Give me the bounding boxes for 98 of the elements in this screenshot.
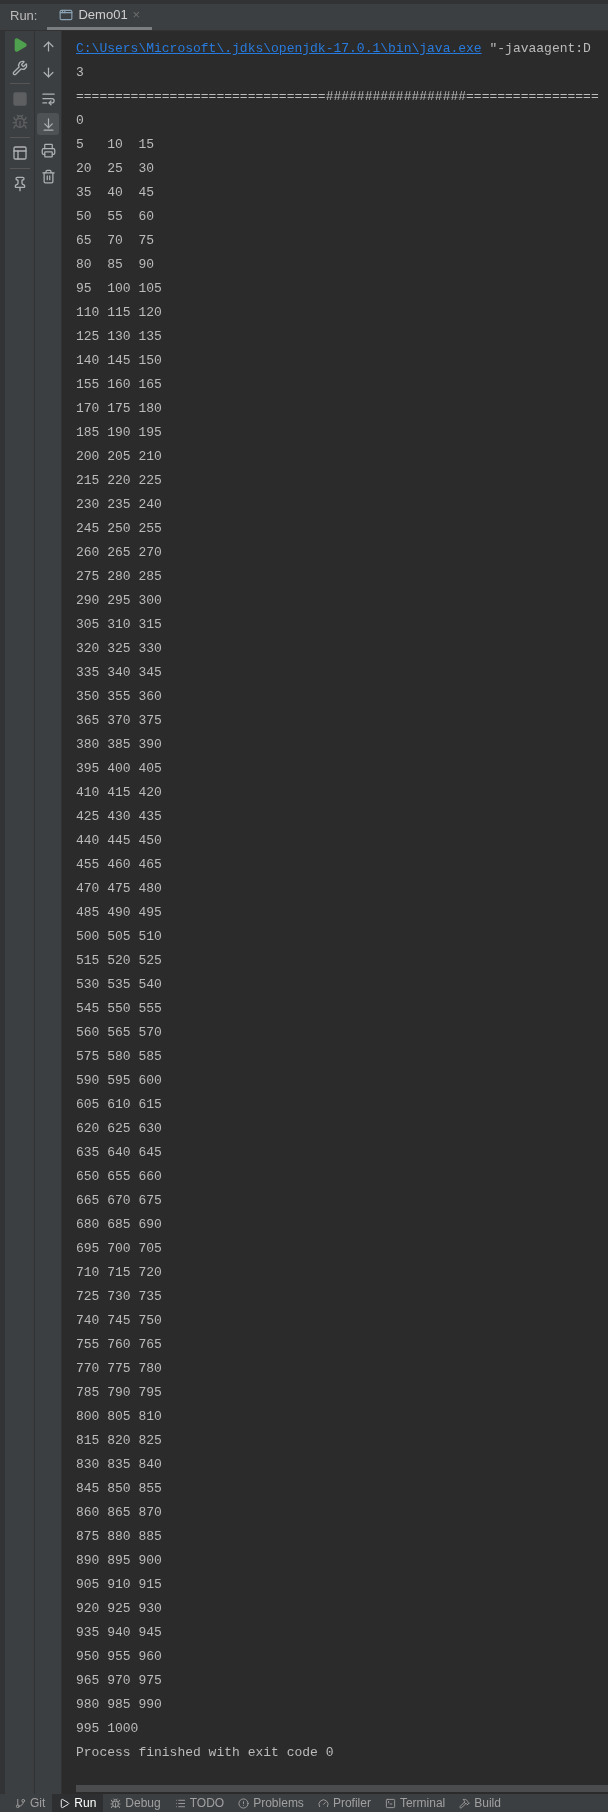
wrench-icon[interactable] <box>11 60 28 76</box>
tool-window-tab[interactable]: Run <box>52 1794 104 1812</box>
console-line: 800 805 810 <box>76 1408 162 1426</box>
console-line: 350 355 360 <box>76 688 162 706</box>
console-line: 305 310 315 <box>76 616 162 634</box>
console-line: 395 400 405 <box>76 760 162 778</box>
console-line: 110 115 120 <box>76 304 162 322</box>
console-line: 890 895 900 <box>76 1552 162 1570</box>
tool-window-tab[interactable]: TODO <box>167 1794 232 1812</box>
console-line: 5 10 15 <box>76 136 154 154</box>
console-line: 440 445 450 <box>76 832 162 850</box>
command-link[interactable]: C:\Users\Microsoft\.jdks\openjdk-17.0.1\bin\java.exe <box>76 37 482 61</box>
branch-icon <box>15 1797 26 1809</box>
console-line: 0 <box>76 112 84 130</box>
terminal-icon <box>384 1797 396 1809</box>
console-line: 95 100 105 <box>76 280 162 298</box>
console-line: 740 745 750 <box>76 1312 162 1330</box>
console-line: 3 <box>76 64 84 82</box>
console-line: 680 685 690 <box>76 1216 162 1234</box>
console-line: 665 670 675 <box>76 1192 162 1210</box>
console-line: 905 910 915 <box>76 1576 162 1594</box>
console-line: 860 865 870 <box>76 1504 162 1522</box>
console-line: 500 505 510 <box>76 928 162 946</box>
console-line: 980 985 990 <box>76 1696 162 1714</box>
console-line: 815 820 825 <box>76 1432 162 1450</box>
console-line: 335 340 345 <box>76 664 162 682</box>
panel-title: Run: <box>9 6 39 25</box>
console-line: 455 460 465 <box>76 856 162 874</box>
tool-window-tab[interactable]: Terminal <box>377 1794 453 1812</box>
hammer-icon <box>459 1797 471 1809</box>
console-line: 530 535 540 <box>76 976 162 994</box>
console-line: 830 835 840 <box>76 1456 162 1474</box>
horizontal-scrollbar[interactable] <box>76 1785 608 1792</box>
console-line: 485 490 495 <box>76 904 162 922</box>
tool-window-tab[interactable]: Profiler <box>310 1794 378 1812</box>
console-line: 410 415 420 <box>76 784 162 802</box>
console-line: 170 175 180 <box>76 400 162 418</box>
console-line: 230 235 240 <box>76 496 162 514</box>
gauge-icon <box>317 1797 329 1809</box>
console-line: 260 265 270 <box>76 544 162 562</box>
console-line: 155 160 165 <box>76 376 162 394</box>
console-line: 605 610 615 <box>76 1096 162 1114</box>
run-tab[interactable]: Demo01 × <box>47 3 153 30</box>
tool-window-tab[interactable]: Build <box>452 1794 508 1812</box>
console-line: 185 190 195 <box>76 424 162 442</box>
console-line: 575 580 585 <box>76 1048 162 1066</box>
console-line: 935 940 945 <box>76 1624 162 1642</box>
console-line: 725 730 735 <box>76 1288 162 1306</box>
console-line: 545 550 555 <box>76 1000 162 1018</box>
console-line: 995 1000 <box>76 1720 139 1738</box>
console-line: 695 700 705 <box>76 1240 162 1258</box>
console-line: 470 475 480 <box>76 880 162 898</box>
console-line: 710 715 720 <box>76 1264 162 1282</box>
console-line: 50 55 60 <box>76 208 154 226</box>
window-icon <box>59 8 74 22</box>
command-text: "-javaagent:D <box>488 40 591 58</box>
console-line: 35 40 45 <box>76 184 154 202</box>
console-line: 380 385 390 <box>76 736 162 754</box>
bug-icon <box>110 1797 122 1809</box>
console-line: 620 625 630 <box>76 1120 162 1138</box>
console-line: 560 565 570 <box>76 1024 162 1042</box>
console-line: 785 790 795 <box>76 1384 162 1402</box>
layout-icon[interactable] <box>11 145 28 161</box>
console-line: 515 520 525 <box>76 952 162 970</box>
tool-window-tab[interactable]: Git <box>8 1794 53 1812</box>
tool-window-tab[interactable]: Debug <box>103 1794 168 1812</box>
console-line: 965 970 975 <box>76 1672 162 1690</box>
console-line: 755 760 765 <box>76 1336 162 1354</box>
console-line: 845 850 855 <box>76 1480 162 1498</box>
console-line: 275 280 285 <box>76 568 162 586</box>
console-line: Process finished with exit code 0 <box>76 1744 334 1762</box>
console-line: 245 250 255 <box>76 520 162 538</box>
console-line: 920 925 930 <box>76 1600 162 1618</box>
console-line: 290 295 300 <box>76 592 162 610</box>
console-line: 770 775 780 <box>76 1360 162 1378</box>
console-line: 320 325 330 <box>76 640 162 658</box>
console-line: 425 430 435 <box>76 808 162 826</box>
console-line: 200 205 210 <box>76 448 162 466</box>
console-line: 80 85 90 <box>76 256 154 274</box>
console-line: 125 130 135 <box>76 328 162 346</box>
list-icon <box>174 1797 186 1809</box>
console-line: 635 640 645 <box>76 1144 162 1162</box>
tab-label: Demo01 <box>78 6 128 25</box>
console-line: 20 25 30 <box>76 160 154 178</box>
close-button[interactable]: × <box>132 5 141 25</box>
console-line: 590 595 600 <box>76 1072 162 1090</box>
console-line: ================================##################================= <box>76 88 599 106</box>
console-line: 950 955 960 <box>76 1648 162 1666</box>
play-icon <box>59 1797 71 1809</box>
console-line: 365 370 375 <box>76 712 162 730</box>
console-line: 215 220 225 <box>76 472 162 490</box>
console-line: 65 70 75 <box>76 232 154 250</box>
console-line: 650 655 660 <box>76 1168 162 1186</box>
console-line: 140 145 150 <box>76 352 162 370</box>
scroll-to-end-icon[interactable] <box>37 113 59 135</box>
tool-window-tab[interactable]: Problems <box>231 1794 311 1812</box>
console-line: 875 880 885 <box>76 1528 162 1546</box>
alert-icon <box>238 1797 250 1809</box>
